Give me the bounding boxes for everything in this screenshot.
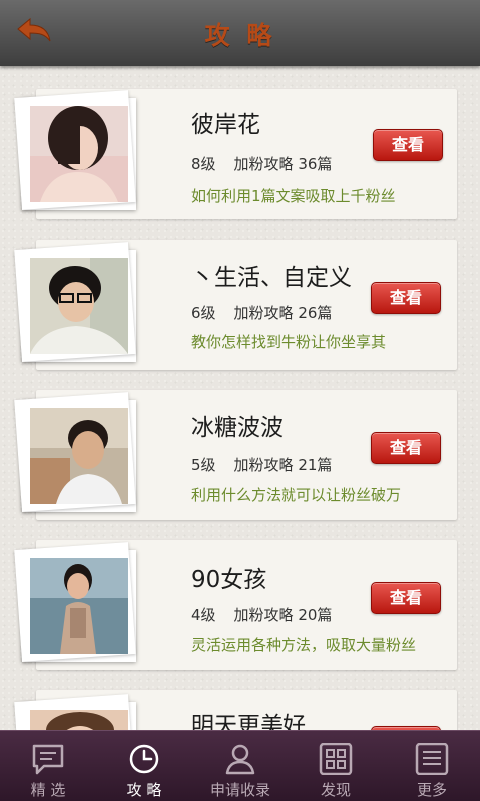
grid-icon	[319, 743, 353, 775]
tab-label: 更多	[416, 781, 447, 799]
list-item[interactable]: 90女孩 4级 加粉攻略 20篇 灵活运用各种方法，吸取大量粉丝 查看	[14, 540, 457, 670]
user-name: 丶生活、自定义	[191, 265, 352, 291]
list-item[interactable]: 丶生活、自定义 6级 加粉攻略 26篇 教你怎样找到牛粉让你坐享其 查看	[14, 240, 457, 370]
user-meta: 5级 加粉攻略 21篇	[191, 454, 332, 475]
avatar	[30, 106, 128, 202]
user-name: 明天更美好	[191, 713, 306, 730]
user-name: 90女孩	[191, 567, 267, 593]
guide-label: 加粉攻略	[233, 304, 294, 322]
list-item[interactable]: 彼岸花 8级 加粉攻略 36篇 如何利用1篇文案吸取上千粉丝 查看	[14, 89, 457, 219]
bottom-tab-bar: 精 选 攻 略 申请收录 发现 更多	[0, 730, 480, 801]
user-name: 彼岸花	[191, 112, 260, 138]
list-item[interactable]: 冰糖波波 5级 加粉攻略 21篇 利用什么方法就可以让粉丝破万 查看	[14, 390, 457, 520]
clock-icon	[129, 744, 159, 774]
avatar-frame	[14, 392, 136, 512]
tab-discover[interactable]: 发现	[288, 731, 384, 801]
guide-label: 加粉攻略	[233, 456, 294, 474]
user-name: 冰糖波波	[191, 415, 283, 441]
avatar-frame	[14, 90, 136, 210]
avatar	[30, 408, 128, 504]
guide-count: 36篇	[298, 155, 333, 173]
tab-label: 发现	[320, 781, 351, 799]
tab-featured[interactable]: 精 选	[0, 731, 96, 801]
user-level: 4级	[191, 606, 216, 624]
guide-description: 利用什么方法就可以让粉丝破万	[191, 486, 402, 504]
avatar	[30, 710, 128, 730]
list-item[interactable]: 明天更美好	[14, 690, 457, 730]
message-icon	[32, 744, 64, 775]
guide-label: 加粉攻略	[233, 606, 294, 624]
user-level: 8级	[191, 155, 216, 173]
avatar	[30, 258, 128, 354]
guide-label: 加粉攻略	[233, 155, 294, 173]
tab-label: 攻 略	[126, 781, 162, 799]
tab-apply[interactable]: 申请收录	[192, 731, 288, 801]
tab-more[interactable]: 更多	[384, 731, 480, 801]
top-bar: 攻 略	[0, 0, 480, 66]
guide-count: 20篇	[298, 606, 333, 624]
avatar-frame	[14, 242, 136, 362]
avatar-frame	[14, 694, 136, 730]
guide-count: 26篇	[298, 304, 333, 322]
guide-description: 灵活运用各种方法，吸取大量粉丝	[191, 636, 417, 654]
list-icon	[415, 743, 449, 775]
user-meta: 4级 加粉攻略 20篇	[191, 604, 332, 625]
page-title: 攻 略	[204, 21, 276, 50]
tab-guides[interactable]: 攻 略	[96, 731, 192, 801]
avatar	[30, 558, 128, 654]
user-level: 5级	[191, 456, 216, 474]
view-button[interactable]: 查看	[371, 432, 441, 464]
guide-description: 教你怎样找到牛粉让你坐享其	[191, 333, 387, 351]
user-meta: 8级 加粉攻略 36篇	[191, 153, 332, 174]
view-button[interactable]: 查看	[371, 282, 441, 314]
user-icon	[225, 744, 255, 775]
tab-label: 申请收录	[209, 781, 270, 799]
user-meta: 6级 加粉攻略 26篇	[191, 302, 332, 323]
view-button[interactable]: 查看	[373, 129, 443, 161]
guide-list[interactable]: 彼岸花 8级 加粉攻略 36篇 如何利用1篇文案吸取上千粉丝 查看 丶生活、自定…	[0, 66, 480, 730]
guide-count: 21篇	[298, 456, 333, 474]
avatar-frame	[14, 542, 136, 662]
tab-label: 精 选	[30, 781, 66, 799]
user-level: 6级	[191, 304, 216, 322]
guide-description: 如何利用1篇文案吸取上千粉丝	[191, 187, 396, 205]
view-button[interactable]: 查看	[371, 582, 441, 614]
